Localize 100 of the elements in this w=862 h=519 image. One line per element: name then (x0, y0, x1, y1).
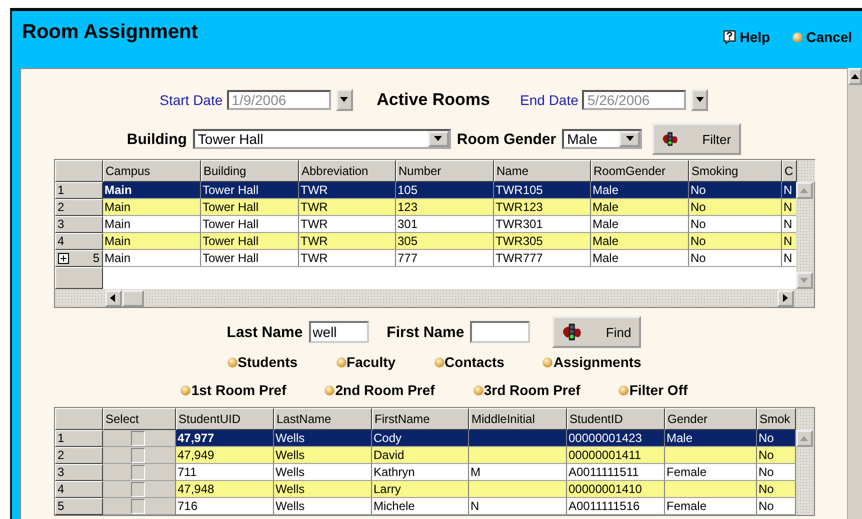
end-date-field[interactable]: 5/26/2006 (582, 90, 686, 110)
view-option[interactable]: Contacts (434, 354, 504, 370)
row-header[interactable]: 5 (54, 498, 102, 515)
row-header[interactable]: 5 (54, 250, 102, 267)
column-header[interactable]: StudentUID (176, 408, 274, 430)
bullet-icon (324, 384, 336, 396)
column-header[interactable]: Select (102, 408, 176, 430)
view-option[interactable]: Students (226, 354, 298, 370)
view-option[interactable]: Assignments (542, 354, 642, 370)
scroll-up-button[interactable] (848, 68, 862, 85)
row-number: 1 (58, 431, 64, 446)
select-checkbox[interactable] (130, 482, 144, 496)
table-cell: TWR (298, 250, 396, 267)
row-header[interactable]: 4 (54, 233, 102, 250)
table-row[interactable]: 3 Main Tower Hall TWR 301 TWR301 Male No N (54, 216, 796, 233)
table-cell: 777 (396, 250, 494, 267)
select-checkbox[interactable] (130, 430, 144, 446)
cancel-link[interactable]: Cancel (792, 29, 852, 45)
room-gender-select[interactable]: Male (562, 129, 642, 149)
row-number: 2 (58, 448, 64, 463)
dropdown-button[interactable] (691, 89, 708, 111)
filter-option[interactable]: Filter Off (618, 382, 688, 398)
bullet-icon (434, 356, 445, 368)
vertical-scrollbar[interactable] (796, 430, 814, 515)
column-header[interactable]: Gender (664, 408, 756, 430)
row-number: 1 (58, 183, 64, 198)
up-arrow-icon (799, 186, 809, 196)
row-header[interactable]: 2 (54, 447, 102, 464)
column-header[interactable]: FirstName (372, 408, 468, 430)
find-button[interactable]: Find (552, 316, 642, 348)
right-arrow-icon (780, 293, 790, 303)
column-header[interactable]: LastName (274, 408, 372, 430)
column-header[interactable]: RoomGender (590, 160, 688, 182)
table-row[interactable]: 1 47,977 Wells Cody 00000001423 Male No (54, 430, 796, 447)
row-header[interactable]: 2 (54, 199, 102, 216)
column-header[interactable]: MiddleInitial (468, 408, 566, 430)
scroll-thumb[interactable] (122, 290, 144, 306)
section-title: Active Rooms (376, 90, 490, 110)
table-row[interactable]: 2 47,949 Wells David 00000001411 No (54, 447, 796, 464)
help-icon (722, 30, 737, 44)
column-header[interactable]: Campus (102, 160, 200, 182)
help-link[interactable]: Help (722, 29, 770, 45)
row-number: 3 (58, 217, 64, 232)
table-row[interactable]: 5 716 Wells Michele N A0011111516 Female No (54, 498, 796, 515)
filter-button[interactable]: Filter (652, 123, 742, 155)
select-checkbox[interactable] (130, 448, 144, 462)
row-number: 4 (58, 234, 64, 249)
table-row[interactable]: 4 47,948 Wells Larry 00000001410 No (54, 481, 796, 498)
header-filler (796, 160, 814, 182)
column-header[interactable]: Number (396, 160, 494, 182)
vertical-scrollbar[interactable] (796, 182, 814, 289)
page-scrollbar[interactable] (847, 68, 862, 519)
row-header[interactable]: 3 (54, 216, 102, 233)
up-arrow-icon (799, 434, 809, 444)
row-header[interactable]: 1 (54, 182, 102, 199)
table-cell: TWR777 (494, 250, 590, 267)
bullet-icon (542, 356, 554, 368)
table-row[interactable]: 4 Main Tower Hall TWR 305 TWR305 Male No N (54, 233, 796, 250)
table-cell: Michele (372, 498, 468, 515)
column-header[interactable]: Building (200, 160, 298, 182)
table-row[interactable]: 5 Main Tower Hall TWR 777 TWR777 Male No N (54, 250, 796, 267)
start-date-field[interactable]: 1/9/2006 (226, 90, 331, 110)
filter-option[interactable]: 1st Room Pref (180, 382, 286, 398)
last-name-field[interactable]: well (308, 321, 369, 343)
column-header[interactable]: C (782, 160, 796, 182)
bullet-icon (226, 356, 238, 368)
row-header[interactable]: 3 (54, 464, 102, 481)
view-option[interactable]: Faculty (336, 354, 396, 370)
select-checkbox[interactable] (130, 464, 144, 480)
expand-icon[interactable] (58, 253, 68, 264)
dropdown-button[interactable] (336, 89, 353, 111)
row-number: 2 (58, 200, 64, 215)
table-cell: Tower Hall (200, 250, 298, 267)
table-row[interactable]: 1 Main Tower Hall TWR 105 TWR105 Male No N (54, 182, 796, 199)
building-select[interactable]: Tower Hall (192, 129, 451, 149)
scroll-up-button[interactable] (796, 182, 812, 199)
column-header[interactable]: Abbreviation (298, 160, 396, 182)
column-header[interactable]: StudentID (566, 408, 664, 430)
table-row[interactable]: 3 711 Wells Kathryn M A0011111511 Female No (54, 464, 796, 481)
select-checkbox[interactable] (130, 498, 144, 514)
horizontal-scrollbar[interactable] (54, 289, 814, 307)
filter-option[interactable]: 2nd Room Pref (324, 382, 435, 398)
bullet-icon (472, 384, 484, 396)
scroll-right-button[interactable] (776, 290, 794, 306)
row-header[interactable]: 4 (54, 481, 102, 498)
window-title: Room Assignment (22, 21, 198, 44)
end-date-label: End Date (520, 92, 578, 108)
column-header[interactable]: Name (494, 160, 590, 182)
table-cell: No (688, 250, 782, 267)
table-row[interactable]: 2 Main Tower Hall TWR 123 TWR123 Male No N (54, 199, 796, 216)
bullet-icon (180, 384, 192, 396)
filter-option[interactable]: 3rd Room Pref (472, 382, 580, 398)
bullet-icon (336, 356, 347, 368)
scroll-left-button[interactable] (104, 290, 122, 306)
table-cell: Male (590, 250, 688, 267)
column-header[interactable]: Smok (756, 408, 796, 430)
first-name-field[interactable] (470, 321, 530, 343)
table-cell: Female (664, 498, 756, 515)
column-header[interactable]: Smoking (688, 160, 782, 182)
row-header[interactable]: 1 (54, 430, 102, 447)
